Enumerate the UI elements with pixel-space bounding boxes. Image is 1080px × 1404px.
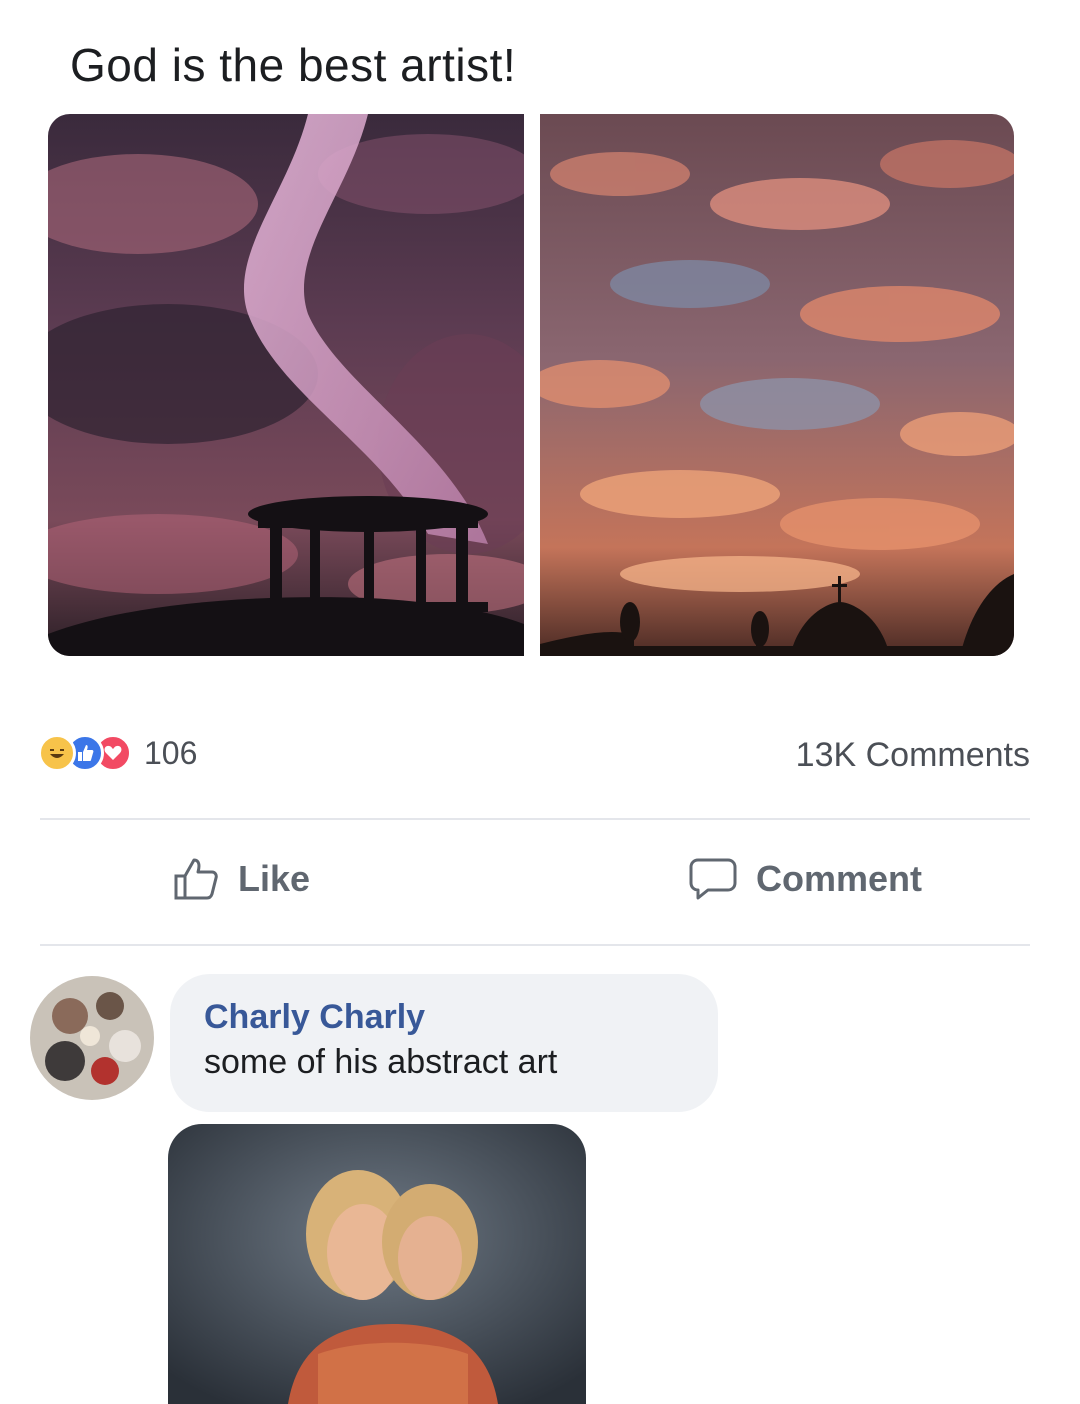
reaction-count: 106: [144, 734, 198, 771]
reactions-summary[interactable]: 106: [38, 728, 197, 778]
sunset-sky-clouds-photo: [540, 114, 1014, 656]
avatar[interactable]: [30, 976, 154, 1100]
haha-reaction-icon: [38, 734, 76, 772]
thumbs-up-icon: [174, 858, 218, 900]
comment-text: some of his abstract art: [204, 1043, 558, 1081]
comment-button-label: Comment: [756, 858, 923, 899]
portrait-photo: [168, 1124, 586, 1404]
post-photo-left[interactable]: [48, 114, 524, 656]
sunset-sky-gazebo-photo: [48, 114, 524, 656]
comments-count-link[interactable]: 13K Comments: [796, 736, 1030, 775]
divider: [40, 818, 1030, 820]
comment-bubble-icon: [689, 858, 737, 900]
comment-bubble: Charly Charly some of his abstract art: [170, 974, 718, 1112]
like-button-label: Like: [238, 858, 311, 899]
comment-button[interactable]: Comment: [688, 856, 922, 902]
profile-photo-icon: [30, 976, 154, 1100]
comment-photo[interactable]: [168, 1124, 586, 1404]
commenter-name-link[interactable]: Charly Charly: [204, 998, 684, 1037]
post-text: God is the best artist!: [70, 39, 517, 91]
like-button[interactable]: Like: [172, 856, 310, 902]
divider: [40, 944, 1030, 946]
post-photo-right[interactable]: [540, 114, 1014, 656]
